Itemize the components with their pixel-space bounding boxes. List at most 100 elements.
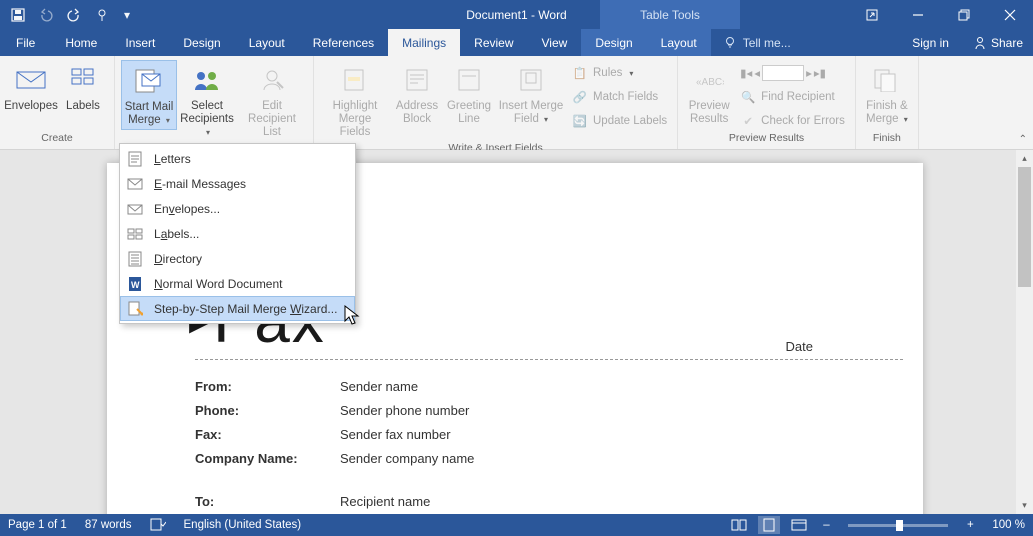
title-bar: ▾ Document1 - Word Table Tools <box>0 0 1033 29</box>
address-block-label: AddressBlock <box>396 100 438 126</box>
greeting-line-button[interactable]: GreetingLine <box>444 60 494 128</box>
record-navigation[interactable]: ▮◂ ◂ ▸ ▸▮ <box>736 62 849 84</box>
quick-access-toolbar: ▾ <box>0 0 142 29</box>
window-controls <box>849 0 1033 29</box>
rules-button[interactable]: 📋Rules▾ <box>568 62 671 84</box>
proofing-icon[interactable] <box>150 517 166 534</box>
ribbon-tabs: File Home Insert Design Layout Reference… <box>0 29 1033 56</box>
email-icon <box>126 175 144 193</box>
edit-recipient-list-icon <box>256 64 288 96</box>
sign-in-link[interactable]: Sign in <box>898 29 963 56</box>
update-labels-button[interactable]: 🔄Update Labels <box>568 110 671 132</box>
language-indicator[interactable]: English (United States) <box>184 519 302 531</box>
find-recipient-button[interactable]: 🔍Find Recipient <box>736 86 849 108</box>
menu-label-email: E-mail Messages <box>154 177 246 191</box>
labels-icon <box>67 64 99 96</box>
web-layout-button[interactable] <box>788 516 810 534</box>
tab-layout[interactable]: Layout <box>235 29 299 56</box>
labels-button[interactable]: Labels <box>58 60 108 115</box>
restore-button[interactable] <box>941 0 987 29</box>
zoom-slider-thumb[interactable] <box>896 520 903 531</box>
minimize-button[interactable] <box>895 0 941 29</box>
menu-label-envelopes: Envelopes... <box>154 202 220 216</box>
address-block-button[interactable]: AddressBlock <box>392 60 442 128</box>
start-mail-merge-menu: Letters E-mail Messages Envelopes... Lab… <box>119 143 356 324</box>
tab-mailings[interactable]: Mailings <box>388 29 460 56</box>
zoom-out-button[interactable]: – <box>818 519 834 531</box>
tab-table-layout[interactable]: Layout <box>647 29 711 56</box>
prev-record-icon[interactable]: ◂ <box>754 66 760 80</box>
close-button[interactable] <box>987 0 1033 29</box>
undo-icon[interactable] <box>38 7 54 23</box>
page-indicator[interactable]: Page 1 of 1 <box>8 519 67 531</box>
last-record-icon[interactable]: ▸▮ <box>814 66 826 80</box>
save-icon[interactable] <box>10 7 26 23</box>
scroll-thumb[interactable] <box>1018 167 1031 287</box>
separator-line <box>195 359 903 360</box>
share-label: Share <box>991 36 1023 50</box>
ribbon-display-options-button[interactable] <box>849 0 895 29</box>
tab-file[interactable]: File <box>0 29 51 56</box>
touch-mode-icon[interactable] <box>94 7 110 23</box>
read-mode-button[interactable] <box>728 516 750 534</box>
start-mail-merge-button[interactable]: Start MailMerge ▾ <box>121 60 177 130</box>
scroll-up-button[interactable]: ▴ <box>1016 150 1033 167</box>
zoom-level[interactable]: 100 % <box>992 519 1025 531</box>
greeting-line-label: GreetingLine <box>447 100 491 126</box>
share-icon <box>973 36 987 50</box>
envelopes-button[interactable]: Envelopes <box>6 60 56 115</box>
ribbon-group-preview: «ABC» PreviewResults ▮◂ ◂ ▸ ▸▮ 🔍Find Rec… <box>678 56 856 149</box>
zoom-in-button[interactable]: + <box>962 519 978 531</box>
menu-item-normal-document[interactable]: W Normal Word Document <box>120 271 355 296</box>
word-count[interactable]: 87 words <box>85 519 132 531</box>
field-fax: Fax:Sender fax number <box>195 427 474 442</box>
select-recipients-button[interactable]: SelectRecipients ▾ <box>179 60 235 142</box>
tell-me-search[interactable]: Tell me... <box>711 29 803 56</box>
share-button[interactable]: Share <box>963 29 1033 56</box>
qat-customize-icon[interactable]: ▾ <box>122 7 132 23</box>
insert-merge-field-label: Insert MergeField ▾ <box>499 100 564 126</box>
highlight-merge-fields-button[interactable]: HighlightMerge Fields <box>320 60 390 142</box>
vertical-scrollbar[interactable]: ▴ ▾ <box>1016 150 1033 514</box>
finish-merge-icon <box>871 64 903 96</box>
print-layout-button[interactable] <box>758 516 780 534</box>
field-to: To:Recipient name <box>195 494 474 509</box>
match-fields-button[interactable]: 🔗Match Fields <box>568 86 671 108</box>
tab-home[interactable]: Home <box>51 29 111 56</box>
preview-results-button[interactable]: «ABC» PreviewResults <box>684 60 734 128</box>
menu-item-labels[interactable]: Labels... <box>120 221 355 246</box>
wizard-icon <box>126 300 144 318</box>
zoom-slider[interactable] <box>848 524 948 527</box>
check-errors-icon: ✔ <box>740 113 756 129</box>
edit-recipient-list-button[interactable]: EditRecipient List <box>237 60 307 142</box>
scroll-down-button[interactable]: ▾ <box>1016 497 1033 514</box>
next-record-icon[interactable]: ▸ <box>806 66 812 80</box>
field-from: From:Sender name <box>195 379 474 394</box>
redo-icon[interactable] <box>66 7 82 23</box>
find-recipient-icon: 🔍 <box>740 89 756 105</box>
tab-design[interactable]: Design <box>169 29 234 56</box>
tab-review[interactable]: Review <box>460 29 527 56</box>
menu-label-directory: Directory <box>154 252 202 266</box>
menu-item-directory[interactable]: Directory <box>120 246 355 271</box>
svg-text:W: W <box>131 280 140 290</box>
collapse-ribbon-button[interactable]: ⌃ <box>1019 134 1027 145</box>
field-company: Company Name:Sender company name <box>195 451 474 466</box>
menu-item-wizard[interactable]: Step-by-Step Mail Merge Wizard... <box>120 296 355 321</box>
record-number-input[interactable] <box>762 65 804 81</box>
menu-item-email[interactable]: E-mail Messages <box>120 171 355 196</box>
ribbon-group-create: Envelopes Labels Create <box>0 56 115 149</box>
tab-insert[interactable]: Insert <box>111 29 169 56</box>
check-errors-button[interactable]: ✔Check for Errors <box>736 110 849 132</box>
select-recipients-icon <box>191 64 223 96</box>
lightbulb-icon <box>723 36 737 50</box>
ribbon: Envelopes Labels Create Start MailMerge … <box>0 56 1033 150</box>
finish-merge-button[interactable]: Finish &Merge ▾ <box>862 60 912 128</box>
tab-view[interactable]: View <box>528 29 582 56</box>
menu-item-envelopes[interactable]: Envelopes... <box>120 196 355 221</box>
menu-item-letters[interactable]: Letters <box>120 146 355 171</box>
first-record-icon[interactable]: ▮◂ <box>740 66 752 80</box>
tab-table-design[interactable]: Design <box>581 29 646 56</box>
tab-references[interactable]: References <box>299 29 388 56</box>
insert-merge-field-button[interactable]: Insert MergeField ▾ <box>496 60 566 128</box>
